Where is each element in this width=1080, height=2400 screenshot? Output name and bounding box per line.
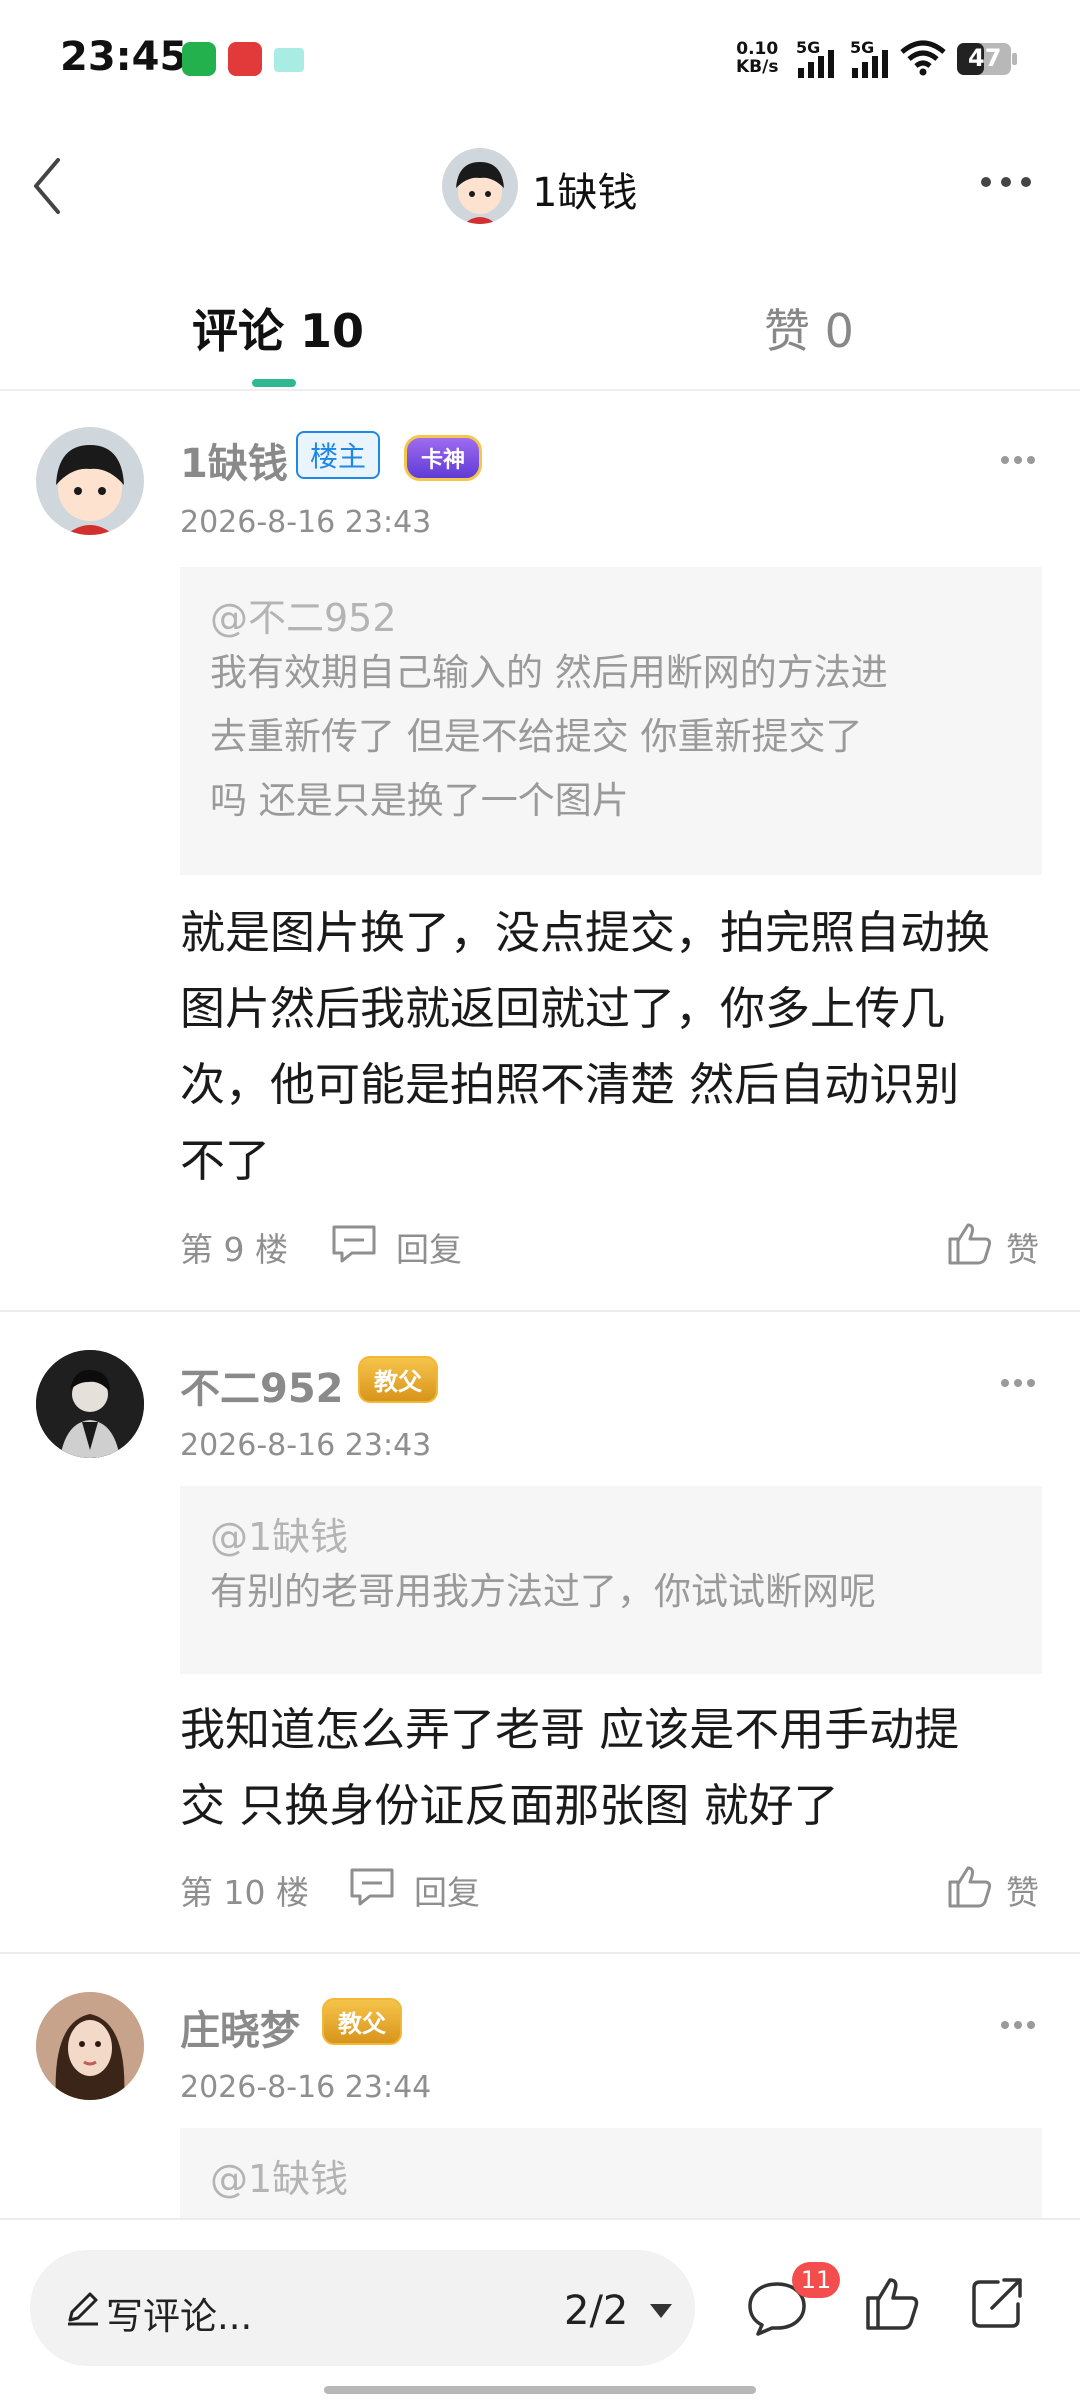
more-horizontal-icon[interactable] <box>978 174 1034 190</box>
reply-button[interactable]: 回复 <box>414 1866 480 1914</box>
special-badge: 教父 <box>322 1998 402 2045</box>
message-notification-icon <box>274 48 304 72</box>
signal-2-label: 5G <box>850 38 875 57</box>
comment-time: 2026-8-16 23:43 <box>180 505 432 540</box>
op-badge: 楼主 <box>296 431 381 479</box>
comment-line: 图片然后我就返回就过了，你多上传几 <box>180 982 946 1035</box>
comment-body: 就是图片换了，没点提交，拍完照自动换 图片然后我就返回就过了，你多上传几 次，他… <box>180 895 1050 1199</box>
page-indicator[interactable]: 2/2 <box>564 2288 628 2334</box>
status-bar: 23:45 0.10 KB/s 5G 5G 47 <box>0 0 1080 120</box>
share-icon[interactable] <box>968 2274 1026 2332</box>
comment-line: 次，他可能是拍照不清楚 然后自动识别 <box>180 1058 960 1111</box>
comment-actions: 第 9 楼 回复 赞 <box>180 1219 1040 1269</box>
username[interactable]: 不二952 <box>180 1356 344 1414</box>
unread-count-badge: 11 <box>792 2262 840 2298</box>
tab-likes[interactable]: 赞 0 <box>764 295 854 361</box>
special-badge: 卡神 <box>404 435 483 481</box>
network-speed: 0.10 KB/s <box>736 40 778 76</box>
username[interactable]: 庄晓梦 <box>180 1998 300 2056</box>
comment-item: 庄晓梦 教父 2026-8-16 23:44 @1缺钱 <box>0 1954 1080 2218</box>
thumbs-up-icon[interactable] <box>946 1862 994 1910</box>
quote-line: 去重新传了 但是不给提交 你重新提交了 <box>210 715 863 758</box>
comment-input[interactable]: 写评论... 2/2 <box>30 2250 695 2366</box>
floor-number: 第 9 楼 <box>180 1230 288 1269</box>
comment-time: 2026-8-16 23:43 <box>180 1428 432 1463</box>
network-speed-unit: KB/s <box>736 57 779 77</box>
caret-down-icon[interactable] <box>648 2302 674 2320</box>
bottom-bar: 写评论... 2/2 11 <box>0 2218 1080 2400</box>
thumbs-up-icon[interactable] <box>864 2274 920 2332</box>
comment-actions: 第 10 楼 回复 赞 <box>180 1862 1040 1912</box>
quote-line: 我有效期自己输入的 然后用断网的方法进 <box>210 651 888 694</box>
battery-level: 47 <box>968 44 1002 72</box>
special-badge: 教父 <box>358 1356 438 1403</box>
comment-body: 我知道怎么弄了老哥 应该是不用手动提 交 只换身份证反面那张图 就好了 <box>180 1692 1050 1844</box>
wechat-notification-icon <box>182 42 216 76</box>
reply-icon[interactable] <box>330 1223 378 1263</box>
chevron-left-icon[interactable] <box>28 154 68 218</box>
header: 1缺钱 <box>0 120 1080 255</box>
floor-number: 第 10 楼 <box>180 1873 309 1912</box>
avatar[interactable] <box>36 427 144 535</box>
comment-line: 就是图片换了，没点提交，拍完照自动换 <box>180 906 991 959</box>
avatar[interactable] <box>36 1350 144 1458</box>
like-button[interactable]: 赞 <box>1006 1866 1039 1914</box>
comment-item: 1缺钱 楼主 卡神 2026-8-16 23:43 @不二952 我有效期自己输… <box>0 393 1080 1311</box>
signal-2-icon: 5G <box>850 38 896 78</box>
more-horizontal-icon[interactable] <box>1000 2020 1036 2030</box>
more-horizontal-icon[interactable] <box>1000 455 1036 465</box>
comment-item: 不二952 教父 2026-8-16 23:43 @1缺钱 有别的老哥用我方法过… <box>0 1312 1080 1952</box>
battery-icon: 47 <box>956 42 1018 76</box>
signal-1-label: 5G <box>796 38 821 57</box>
tab-active-indicator <box>252 379 296 387</box>
wifi-icon <box>900 40 946 76</box>
status-time: 23:45 <box>60 34 188 80</box>
quote-mention: @不二952 <box>210 596 397 640</box>
header-avatar[interactable] <box>442 148 518 224</box>
more-horizontal-icon[interactable] <box>1000 1378 1036 1388</box>
avatar[interactable] <box>36 1992 144 2100</box>
reply-icon[interactable] <box>348 1866 396 1906</box>
like-button[interactable]: 赞 <box>1006 1223 1039 1271</box>
page-title: 1缺钱 <box>532 170 638 216</box>
thumbs-up-icon[interactable] <box>946 1219 994 1267</box>
quote-mention: @1缺钱 <box>210 1515 349 1559</box>
username[interactable]: 1缺钱 <box>180 431 288 489</box>
pencil-icon <box>68 2292 98 2326</box>
signal-1-icon: 5G <box>796 38 842 78</box>
tab-comments[interactable]: 评论 10 <box>192 295 364 361</box>
comment-placeholder: 写评论... <box>106 2295 253 2338</box>
comment-line: 不了 <box>180 1134 271 1187</box>
quoted-comment[interactable]: @不二952 我有效期自己输入的 然后用断网的方法进 去重新传了 但是不给提交 … <box>180 567 1042 875</box>
quote-line: 吗 还是只是换了一个图片 <box>210 779 629 822</box>
quoted-comment[interactable]: @1缺钱 <box>180 2128 1042 2218</box>
tab-bar: 评论 10 赞 0 <box>0 255 1080 391</box>
comment-line: 交 只换身份证反面那张图 就好了 <box>180 1779 839 1832</box>
app-notification-icon <box>228 42 262 76</box>
comment-time: 2026-8-16 23:44 <box>180 2070 432 2105</box>
home-indicator[interactable] <box>324 2386 756 2394</box>
network-speed-value: 0.10 <box>736 39 779 59</box>
reply-button[interactable]: 回复 <box>396 1223 462 1271</box>
quote-line: 有别的老哥用我方法过了，你试试断网呢 <box>210 1570 876 1613</box>
comment-line: 我知道怎么弄了老哥 应该是不用手动提 <box>180 1703 960 1756</box>
quoted-comment[interactable]: @1缺钱 有别的老哥用我方法过了，你试试断网呢 <box>180 1486 1042 1674</box>
quote-mention: @1缺钱 <box>210 2157 349 2201</box>
